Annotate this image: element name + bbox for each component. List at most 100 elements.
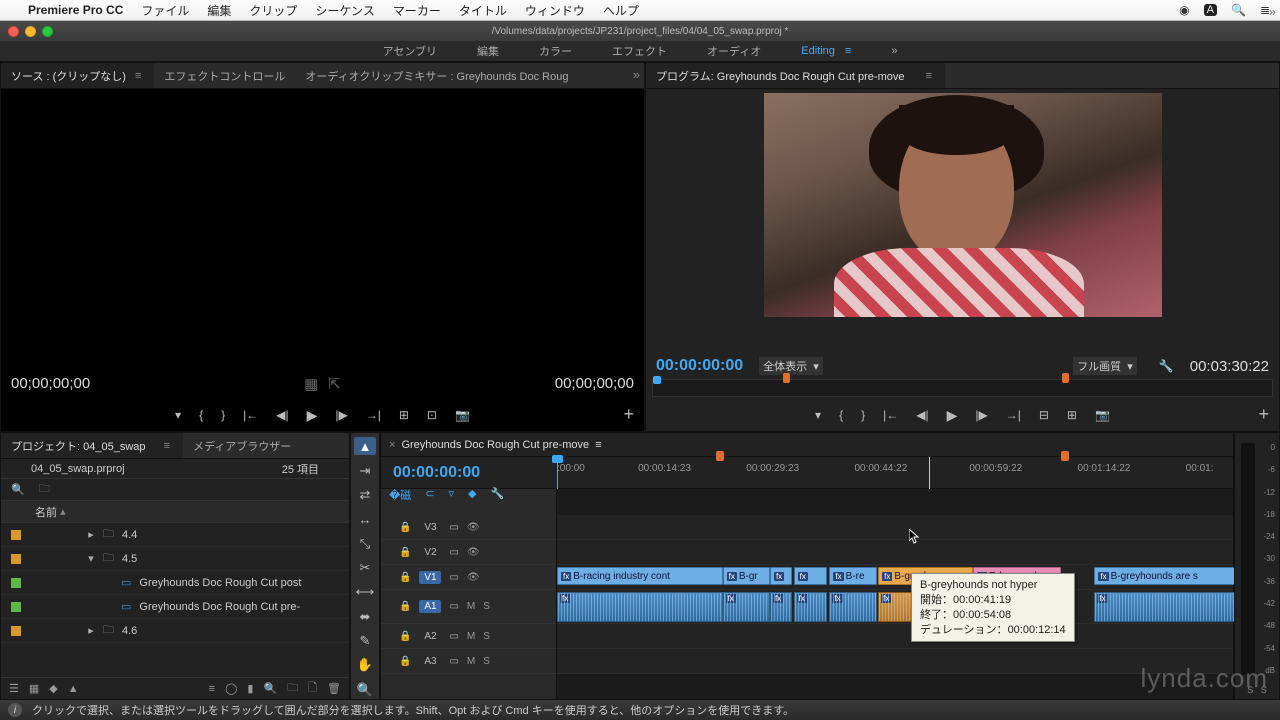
program-ruler[interactable]	[652, 379, 1273, 397]
snap-icon[interactable]: �磁	[389, 487, 411, 503]
search-icon[interactable]: 🔍	[263, 682, 277, 695]
automate-icon[interactable]: ≡	[209, 683, 215, 695]
track-a1[interactable]: fxfxfxfxfxfxfxfx	[557, 590, 1233, 624]
tab-project[interactable]: プロジェクト: 04_05_swap ≡	[1, 433, 183, 458]
wrench-icon[interactable]: 🔧	[491, 487, 505, 503]
video-clip[interactable]: fxB-racing industry cont	[557, 567, 723, 585]
find-icon[interactable]: ◯	[225, 682, 237, 695]
video-clip[interactable]: fxB-greyhounds are s	[1094, 567, 1236, 585]
track-header-a1[interactable]: 🔒A1▭MS	[381, 590, 556, 624]
rolling-edit-tool-icon[interactable]: ↔	[354, 510, 376, 528]
menu-help[interactable]: ヘルプ	[603, 2, 639, 19]
slide-tool-icon[interactable]: ⬌	[354, 608, 376, 626]
go-to-in-icon[interactable]: |←	[883, 408, 898, 422]
track-header-v2[interactable]: 🔒V2▭👁	[381, 540, 556, 565]
tab-source[interactable]: ソース : (クリップなし)≡	[1, 63, 154, 88]
marker-icon[interactable]: ▾	[815, 408, 821, 422]
freeform-view-icon[interactable]: ◆	[49, 682, 57, 695]
video-clip[interactable]: fxB-gr	[723, 567, 770, 585]
track-a3[interactable]	[557, 649, 1233, 674]
rate-stretch-tool-icon[interactable]: ⤡	[354, 534, 376, 552]
linked-selection-icon[interactable]: ⊂	[425, 487, 434, 503]
menu-title[interactable]: タイトル	[459, 2, 507, 19]
track-header-v1[interactable]: 🔒V1▭👁	[381, 565, 556, 590]
track-area[interactable]: fxB-racing industry contfxB-grfxfxfxB-re…	[557, 489, 1233, 699]
search-icon[interactable]: 🔍	[11, 483, 25, 496]
in-point-icon[interactable]: {	[839, 408, 843, 422]
tab-media-browser[interactable]: メディアブラウザー	[183, 433, 301, 458]
cc-sync-icon[interactable]: ◉	[1179, 3, 1189, 17]
timeline-timecode[interactable]: 00:00:00:00	[381, 464, 557, 482]
video-clip[interactable]: fx	[770, 567, 792, 585]
step-back-icon[interactable]: ◀|	[276, 408, 288, 422]
audio-clip[interactable]: fx	[770, 592, 792, 622]
tabs-overflow-icon[interactable]: »	[1269, 4, 1276, 19]
track-header-a3[interactable]: 🔒A3▭MS	[381, 649, 556, 674]
settings-icon[interactable]: ◆	[468, 487, 476, 503]
list-view-icon[interactable]: ☰	[9, 682, 19, 695]
sequence-row[interactable]: ▭Greyhounds Doc Rough Cut post	[1, 571, 349, 595]
label-icon[interactable]: ▮	[247, 682, 253, 695]
menu-window[interactable]: ウィンドウ	[525, 2, 585, 19]
sequence-row[interactable]: ▭Greyhounds Doc Rough Cut pre-	[1, 595, 349, 619]
ripple-edit-tool-icon[interactable]: ⇄	[354, 486, 376, 504]
program-marker[interactable]	[1062, 373, 1069, 383]
grid-icon[interactable]: ▦	[304, 375, 318, 393]
program-marker[interactable]	[783, 373, 790, 383]
workspace-audio[interactable]: オーディオ	[707, 43, 761, 59]
step-fwd-icon[interactable]: |▶	[335, 408, 347, 422]
track-v1[interactable]: fxB-racing industry contfxB-grfxfxfxB-re…	[557, 565, 1233, 590]
zoom-select[interactable]: 全体表示 ▾	[759, 357, 823, 375]
extract-icon[interactable]: ⊞	[1067, 408, 1077, 422]
adobe-badge-icon[interactable]: A	[1204, 4, 1217, 16]
zoom-tool-icon[interactable]: 🔍	[354, 681, 376, 699]
timeline-ruler[interactable]: :00:00 00:00:14:23 00:00:29:23 00:00:44:…	[557, 457, 1233, 488]
hand-tool-icon[interactable]: ✋	[354, 656, 376, 674]
audio-clip[interactable]: fx	[829, 592, 876, 622]
pen-tool-icon[interactable]: ✎	[354, 632, 376, 650]
selection-tool-icon[interactable]: ▲	[354, 437, 376, 455]
close-window-button[interactable]	[8, 26, 19, 37]
workspace-menu-icon[interactable]: ≡	[845, 45, 851, 57]
source-tc-in[interactable]: 00;00;00;00	[11, 375, 90, 393]
export-frame-icon[interactable]: 📷	[455, 408, 470, 422]
step-back-icon[interactable]: ◀|	[916, 408, 928, 422]
project-list[interactable]: ▸🗀4.4 ▾🗀4.5 ▭Greyhounds Doc Rough Cut po…	[1, 523, 349, 677]
workspace-editing-jp[interactable]: 編集	[477, 43, 499, 59]
spotlight-icon[interactable]: 🔍	[1231, 3, 1246, 17]
track-a2[interactable]	[557, 624, 1233, 649]
slip-tool-icon[interactable]: ⟷	[354, 583, 376, 601]
close-sequence-icon[interactable]: ×	[389, 439, 395, 451]
insert-icon[interactable]: ⊞	[399, 408, 409, 422]
zoom-window-button[interactable]	[42, 26, 53, 37]
workspace-effects[interactable]: エフェクト	[612, 43, 667, 59]
tab-audio-mixer[interactable]: オーディオクリップミキサー : Greyhounds Doc Roug	[295, 63, 578, 88]
trash-icon[interactable]: 🗑	[327, 682, 341, 695]
audio-clip[interactable]: fx	[723, 592, 770, 622]
lift-icon[interactable]: ⊟	[1039, 408, 1049, 422]
menu-edit[interactable]: 編集	[207, 2, 231, 19]
go-to-out-icon[interactable]: →|	[1006, 408, 1021, 422]
razor-tool-icon[interactable]: ✂	[354, 559, 376, 577]
track-header-v3[interactable]: 🔒V3▭👁	[381, 515, 556, 540]
add-button-icon[interactable]: +	[1258, 404, 1269, 425]
workspace-assembly[interactable]: アセンブリ	[383, 43, 437, 59]
in-point-icon[interactable]: {	[199, 408, 203, 422]
fit-icon[interactable]: ⇱	[328, 375, 341, 393]
bin-filter-icon[interactable]: 🗀	[39, 480, 50, 499]
panel-menu-icon[interactable]: ≡	[132, 70, 144, 82]
program-playhead[interactable]	[653, 376, 661, 384]
new-bin-icon[interactable]: 🗀	[287, 679, 298, 698]
sort-icon[interactable]: ▲	[68, 683, 79, 695]
source-tc-out[interactable]: 00;00;00;00	[555, 375, 634, 393]
timeline-marker[interactable]	[716, 451, 724, 461]
go-to-in-icon[interactable]: |←	[243, 408, 258, 422]
video-clip[interactable]: fxB-re	[829, 567, 876, 585]
track-v3[interactable]	[557, 515, 1233, 540]
step-fwd-icon[interactable]: |▶	[975, 408, 987, 422]
track-select-tool-icon[interactable]: ⇥	[354, 461, 376, 479]
export-frame-icon[interactable]: 📷	[1095, 408, 1110, 422]
marker-icon[interactable]: ▾	[175, 408, 181, 422]
panel-menu-icon[interactable]: ≡	[923, 70, 935, 82]
program-timecode[interactable]: 00:00:00:00	[656, 357, 743, 375]
